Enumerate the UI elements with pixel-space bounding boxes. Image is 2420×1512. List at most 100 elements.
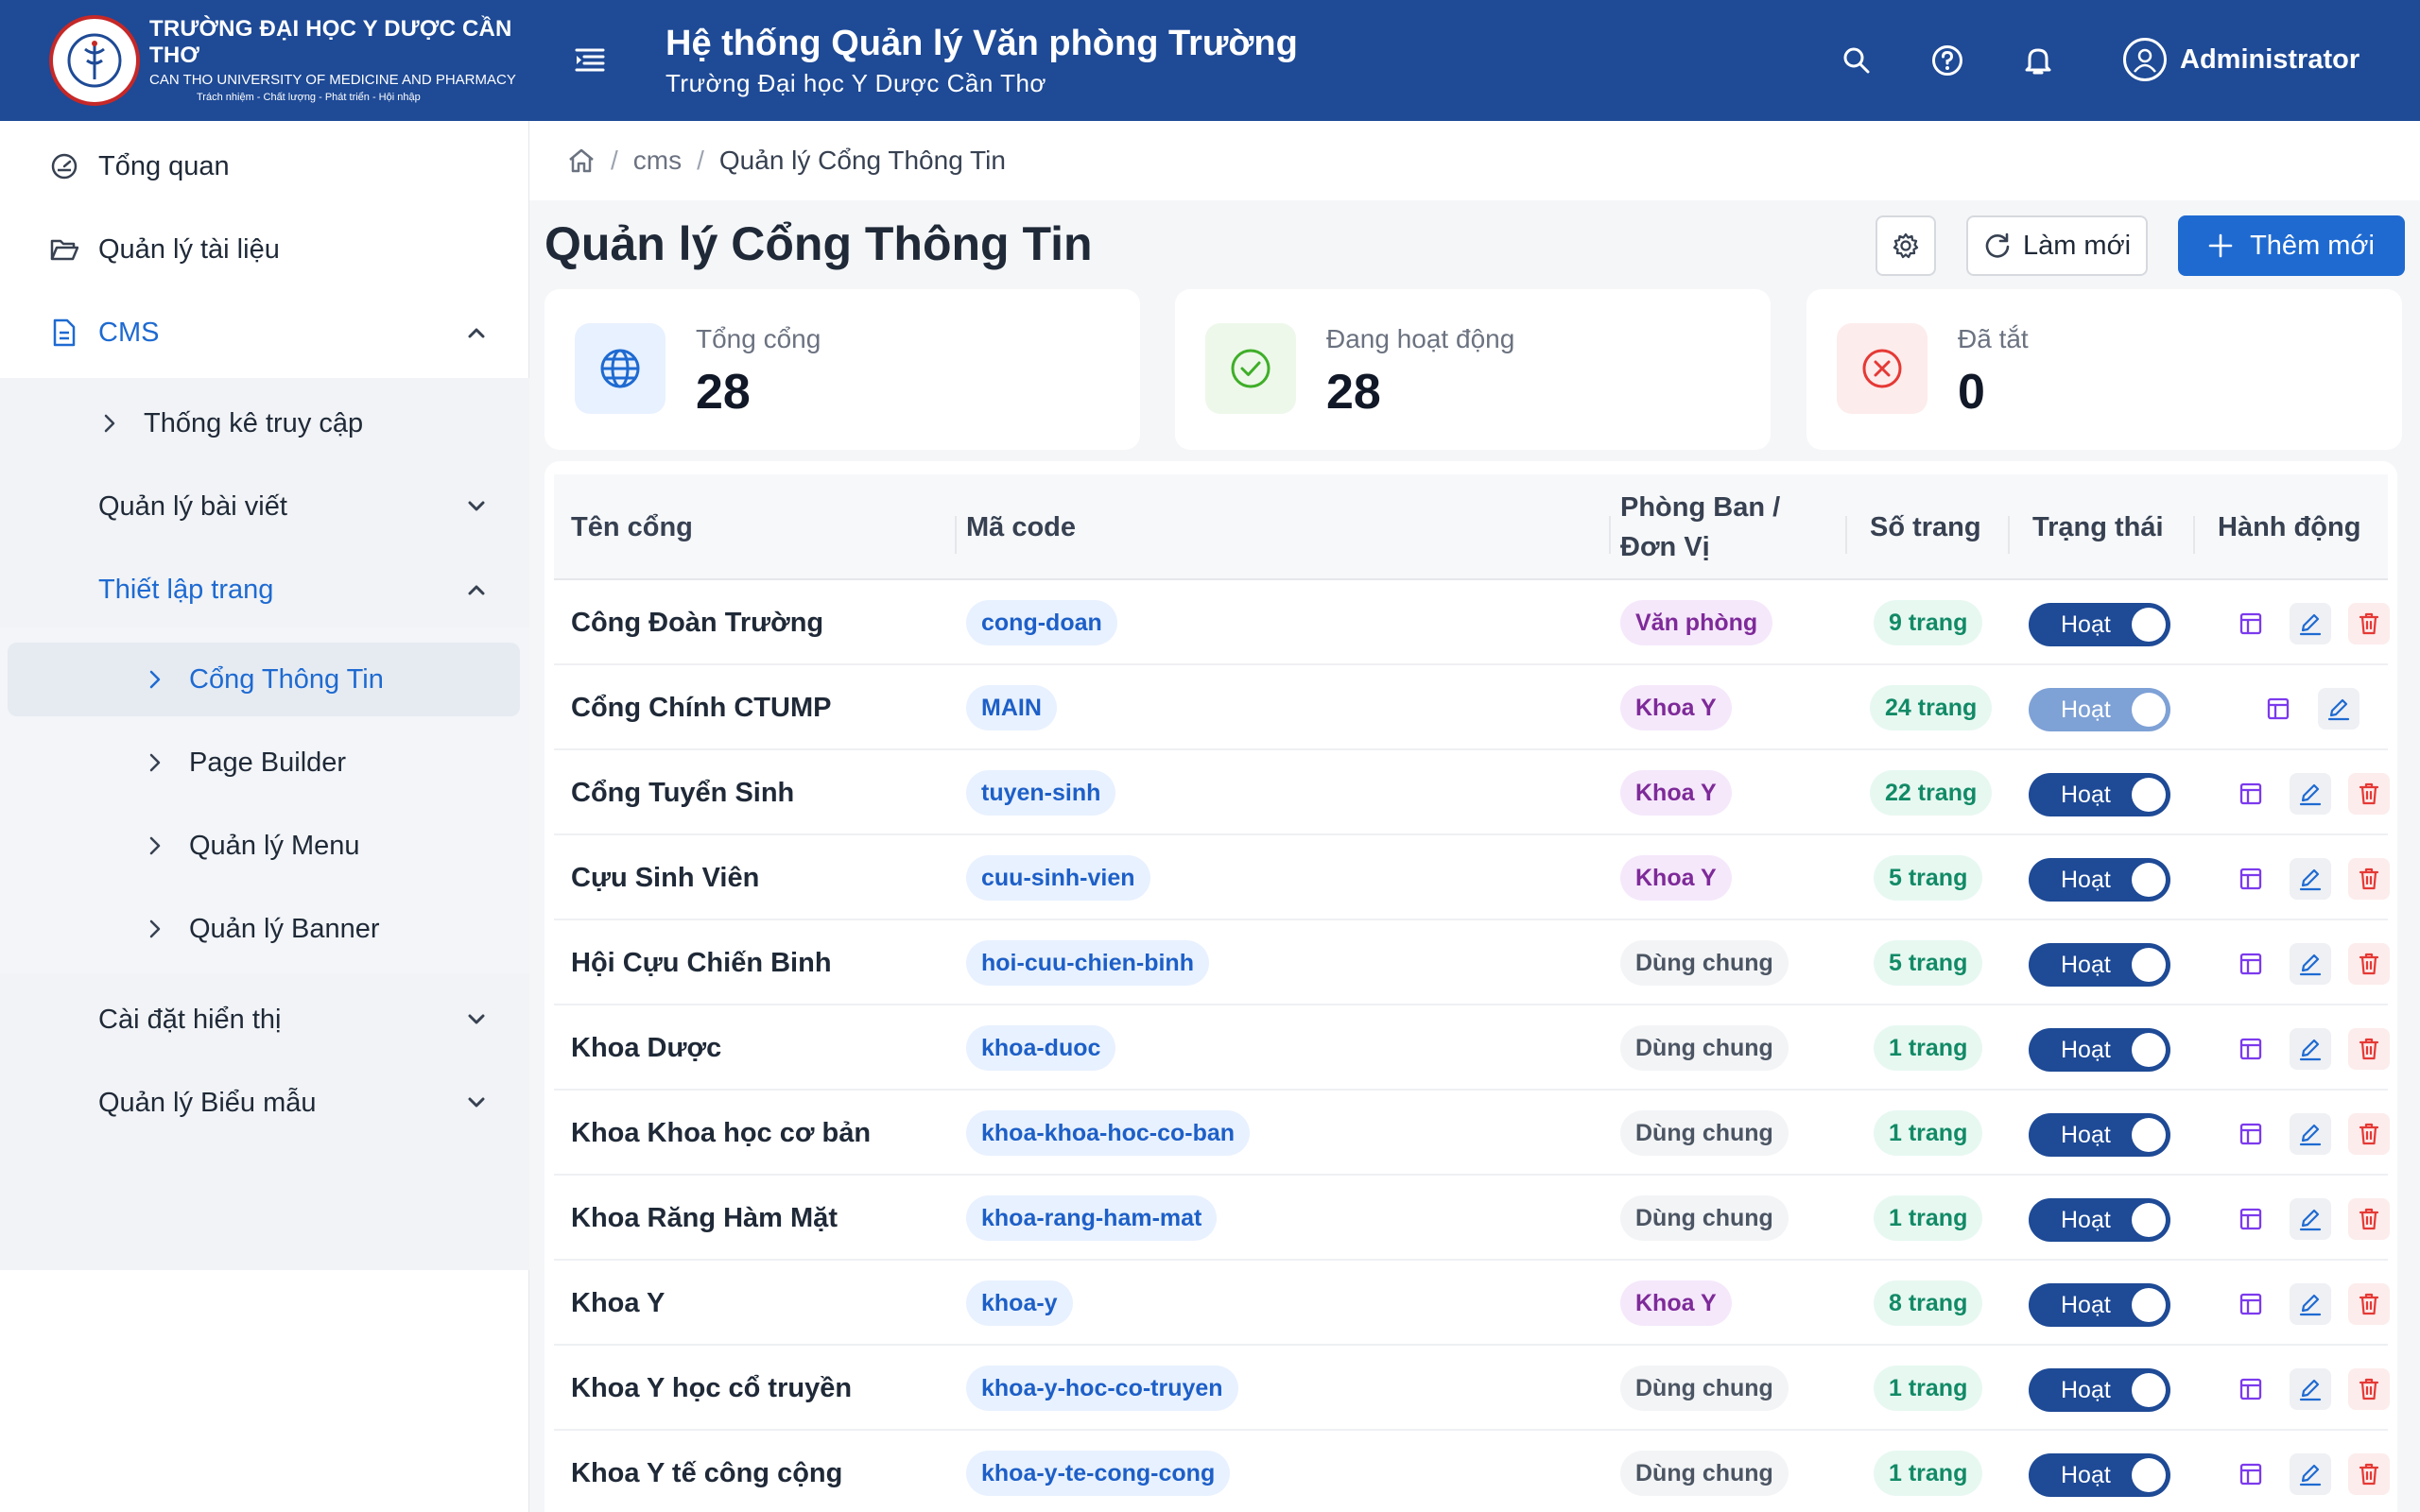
sidebar-item-page-builder[interactable]: Page Builder bbox=[0, 725, 529, 800]
portal-code-badge: MAIN bbox=[966, 685, 1057, 730]
portal-code-badge: khoa-y-hoc-co-truyen bbox=[966, 1366, 1238, 1411]
sidebar-item-portal[interactable]: Cổng Thông Tin bbox=[0, 642, 529, 717]
edit-pencil-icon[interactable] bbox=[2290, 1028, 2331, 1070]
edit-pencil-icon[interactable] bbox=[2290, 603, 2331, 644]
sidebar-item-cms[interactable]: CMS bbox=[0, 295, 529, 370]
status-toggle[interactable]: Hoạt bbox=[2029, 1198, 2170, 1242]
layout-view-icon[interactable] bbox=[2230, 1028, 2272, 1070]
delete-trash-icon[interactable] bbox=[2348, 773, 2390, 815]
layout-view-icon[interactable] bbox=[2230, 1198, 2272, 1240]
plus-icon bbox=[2208, 233, 2250, 258]
refresh-button[interactable]: Làm mới bbox=[1966, 215, 2148, 276]
delete-trash-icon[interactable] bbox=[2348, 1368, 2390, 1410]
portal-name[interactable]: Công Đoàn Trường bbox=[571, 603, 823, 643]
page-count-badge: 1 trang bbox=[1874, 1366, 1983, 1411]
edit-pencil-icon[interactable] bbox=[2290, 1283, 2331, 1325]
delete-trash-icon[interactable] bbox=[2348, 1113, 2390, 1155]
delete-trash-icon[interactable] bbox=[2348, 1283, 2390, 1325]
column-header-name[interactable]: Tên cổng bbox=[571, 507, 693, 547]
column-header-pages[interactable]: Số trang bbox=[1870, 507, 1981, 547]
portal-name[interactable]: Khoa Y học cổ truyền bbox=[571, 1368, 852, 1408]
table-row: Khoa Y học cổ truyền khoa-y-hoc-co-truyen… bbox=[554, 1346, 2390, 1431]
chevron-right-icon bbox=[140, 831, 170, 861]
column-header-status[interactable]: Trạng thái bbox=[2032, 507, 2164, 547]
status-toggle[interactable]: Hoạt bbox=[2029, 943, 2170, 987]
edit-pencil-icon[interactable] bbox=[2290, 943, 2331, 985]
sidebar-item-label: Thống kê truy cập bbox=[144, 408, 364, 438]
sidebar-item-documents[interactable]: Quản lý tài liệu bbox=[0, 212, 529, 287]
breadcrumb-current: Quản lý Cổng Thông Tin bbox=[718, 146, 1006, 175]
delete-trash-icon[interactable] bbox=[2348, 603, 2390, 644]
status-toggle[interactable]: Hoạt bbox=[2029, 1368, 2170, 1412]
layout-view-icon[interactable] bbox=[2230, 603, 2272, 644]
portal-name[interactable]: Khoa Khoa học cơ bản bbox=[571, 1113, 871, 1153]
portal-name[interactable]: Khoa Y tế công cộng bbox=[571, 1453, 842, 1493]
sidebar-item-access-stats[interactable]: Thống kê truy cập bbox=[0, 386, 529, 461]
stat-card-total: Tổng cổng 28 bbox=[544, 289, 1140, 450]
delete-trash-icon[interactable] bbox=[2348, 858, 2390, 900]
sidebar-item-forms[interactable]: Quản lý Biểu mẫu bbox=[0, 1065, 529, 1141]
home-icon[interactable] bbox=[567, 147, 596, 174]
edit-pencil-icon[interactable] bbox=[2290, 1453, 2331, 1495]
layout-view-icon[interactable] bbox=[2230, 1283, 2272, 1325]
breadcrumb-cms-link[interactable]: cms bbox=[633, 146, 682, 176]
layout-view-icon[interactable] bbox=[2230, 943, 2272, 985]
sidebar-item-dashboard[interactable]: Tổng quan bbox=[0, 129, 529, 204]
status-toggle[interactable]: Hoạt bbox=[2029, 1113, 2170, 1157]
portal-name[interactable]: Khoa Răng Hàm Mặt bbox=[571, 1198, 838, 1238]
layout-view-icon[interactable] bbox=[2230, 1113, 2272, 1155]
sidebar-item-page-setup[interactable]: Thiết lập trang bbox=[0, 552, 529, 627]
delete-trash-icon[interactable] bbox=[2348, 1198, 2390, 1240]
edit-pencil-icon[interactable] bbox=[2290, 858, 2331, 900]
layout-view-icon[interactable] bbox=[2230, 1453, 2272, 1495]
portal-name[interactable]: Cổng Chính CTUMP bbox=[571, 688, 831, 728]
settings-button[interactable] bbox=[1876, 215, 1936, 276]
table-row: Công Đoàn Trường cong-doan Văn phòng 9 tran… bbox=[554, 580, 2390, 665]
layout-view-icon[interactable] bbox=[2257, 688, 2299, 730]
column-header-actions: Hành động bbox=[2218, 512, 2361, 542]
menu-toggle-icon[interactable] bbox=[571, 42, 609, 79]
column-header-code[interactable]: Mã code bbox=[966, 507, 1076, 547]
layout-view-icon[interactable] bbox=[2230, 1368, 2272, 1410]
toggle-knob bbox=[2132, 948, 2166, 982]
delete-trash-icon[interactable] bbox=[2348, 943, 2390, 985]
notification-bell-icon[interactable] bbox=[2019, 42, 2057, 79]
status-toggle[interactable]: Hoạt bbox=[2029, 858, 2170, 902]
toggle-knob bbox=[2132, 1118, 2166, 1152]
delete-trash-icon[interactable] bbox=[2348, 1028, 2390, 1070]
status-toggle[interactable]: Hoạt bbox=[2029, 1283, 2170, 1327]
layout-view-icon[interactable] bbox=[2230, 858, 2272, 900]
edit-pencil-icon[interactable] bbox=[2290, 1113, 2331, 1155]
edit-pencil-icon[interactable] bbox=[2290, 1368, 2331, 1410]
portal-name[interactable]: Khoa Y bbox=[571, 1283, 665, 1323]
status-toggle[interactable]: Hoạt bbox=[2029, 773, 2170, 816]
portal-name[interactable]: Hội Cựu Chiến Binh bbox=[571, 943, 832, 983]
sidebar-item-label: Cài đặt hiển thị bbox=[98, 1005, 282, 1035]
sidebar-item-display-settings[interactable]: Cài đặt hiển thị bbox=[0, 982, 529, 1057]
sidebar-item-label: Quản lý Banner bbox=[189, 914, 380, 944]
toggle-knob bbox=[2132, 1033, 2166, 1067]
status-toggle[interactable]: Hoạt bbox=[2029, 1453, 2170, 1497]
edit-pencil-icon[interactable] bbox=[2290, 1198, 2331, 1240]
sidebar-item-banner[interactable]: Quản lý Banner bbox=[0, 891, 529, 967]
table-row: Khoa Dược khoa-duoc Dùng chung 1 trang Hoạt bbox=[554, 1005, 2390, 1091]
column-header-dept-line1[interactable]: Phòng Ban / bbox=[1620, 488, 1780, 527]
edit-pencil-icon[interactable] bbox=[2318, 688, 2360, 730]
portal-name[interactable]: Khoa Dược bbox=[571, 1028, 721, 1068]
portal-name[interactable]: Cổng Tuyển Sinh bbox=[571, 773, 794, 813]
portal-name[interactable]: Cựu Sinh Viên bbox=[571, 858, 759, 898]
help-icon[interactable] bbox=[1928, 42, 1966, 79]
add-new-button[interactable]: Thêm mới bbox=[2178, 215, 2405, 276]
search-icon[interactable] bbox=[1838, 42, 1876, 79]
user-menu[interactable]: Administrator bbox=[2123, 38, 2360, 81]
sidebar-item-menu[interactable]: Quản lý Menu bbox=[0, 808, 529, 884]
layout-view-icon[interactable] bbox=[2230, 773, 2272, 815]
status-toggle[interactable]: Hoạt bbox=[2029, 603, 2170, 646]
status-toggle[interactable]: Hoạt bbox=[2029, 1028, 2170, 1072]
sidebar-item-posts[interactable]: Quản lý bài viết bbox=[0, 469, 529, 544]
stat-label: Đang hoạt động bbox=[1326, 324, 1515, 353]
page-count-badge: 5 trang bbox=[1874, 855, 1983, 901]
delete-trash-icon[interactable] bbox=[2348, 1453, 2390, 1495]
edit-pencil-icon[interactable] bbox=[2290, 773, 2331, 815]
department-badge: Khoa Y bbox=[1620, 770, 1732, 816]
